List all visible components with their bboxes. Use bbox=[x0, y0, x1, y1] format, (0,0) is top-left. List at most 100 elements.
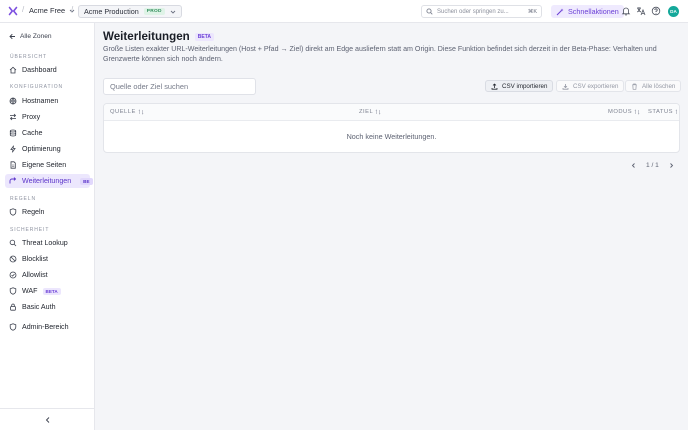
column-label: MODUS bbox=[608, 109, 633, 115]
page-title-text: Weiterleitungen bbox=[103, 30, 190, 43]
pagination: 1 / 1 bbox=[630, 162, 675, 169]
global-search-input[interactable]: Suchen oder springen zu... ⌘K bbox=[421, 5, 542, 18]
sidebar-item-label: WAF bbox=[22, 287, 38, 295]
sidebar-item-label: Optimierung bbox=[22, 145, 61, 153]
shield-icon bbox=[9, 287, 17, 295]
page-indicator: 1 / 1 bbox=[646, 162, 659, 169]
magic-wand-icon bbox=[556, 8, 564, 15]
redirect-icon bbox=[9, 177, 17, 184]
sidebar-item-dashboard[interactable]: Dashboard bbox=[5, 63, 90, 77]
sidebar-item-label: Hostnamen bbox=[22, 97, 59, 105]
check-circle-icon bbox=[9, 271, 17, 279]
bolt-icon bbox=[10, 145, 16, 153]
table-header: QUELLE ZIEL MODUS STATUS bbox=[104, 104, 679, 121]
sidebar-item-label: Regeln bbox=[22, 208, 45, 216]
column-header-target[interactable]: ZIEL bbox=[359, 109, 381, 115]
sidebar-item-allowlist[interactable]: Allowlist bbox=[5, 268, 90, 282]
sidebar-item-label: Cache bbox=[22, 129, 43, 137]
sidebar-item-rules[interactable]: Regeln bbox=[5, 205, 90, 219]
avatar-initials: DA bbox=[670, 9, 677, 14]
collapse-sidebar-icon[interactable] bbox=[44, 416, 52, 424]
sidebar-item-basic-auth[interactable]: Basic Auth bbox=[5, 300, 90, 314]
chevron-down-icon bbox=[170, 10, 176, 14]
org-name: Acme Free bbox=[29, 6, 66, 15]
quick-actions-button[interactable]: Schnellaktionen bbox=[551, 5, 624, 18]
filter-placeholder: Quelle oder Ziel suchen bbox=[110, 82, 189, 91]
back-label: Alle Zonen bbox=[20, 33, 52, 40]
sidebar-item-threat-lookup[interactable]: Threat Lookup bbox=[5, 236, 90, 250]
sidebar-item-label: Admin-Bereich bbox=[22, 323, 69, 331]
download-icon bbox=[562, 83, 569, 90]
sidebar-item-waf[interactable]: WAF BETA bbox=[5, 284, 90, 298]
sidebar-item-label: Blocklist bbox=[22, 255, 49, 263]
section-heading-config: KONFIGURATION bbox=[10, 84, 63, 90]
help-icon[interactable] bbox=[651, 6, 661, 16]
lock-icon bbox=[10, 303, 16, 311]
column-header-status[interactable]: STATUS bbox=[648, 109, 679, 115]
delete-all-button[interactable]: Alle löschen bbox=[625, 80, 682, 92]
proxy-icon bbox=[9, 113, 17, 121]
back-to-zones-link[interactable]: Alle Zonen bbox=[9, 33, 52, 40]
sidebar-item-label: Threat Lookup bbox=[22, 239, 68, 247]
sidebar-item-label: Weiterleitungen bbox=[22, 177, 72, 185]
sort-icon bbox=[675, 109, 677, 114]
database-icon bbox=[9, 129, 17, 137]
org-switcher[interactable]: Acme Free bbox=[29, 6, 75, 15]
main-content: Weiterleitungen BETA Große Listen exakte… bbox=[95, 23, 688, 430]
sidebar-item-cache[interactable]: Cache bbox=[5, 126, 90, 140]
sort-icon bbox=[375, 109, 381, 115]
empty-state-text: Noch keine Weiterleitungen. bbox=[346, 132, 437, 141]
env-badge: PROD bbox=[143, 8, 165, 15]
redirects-table: QUELLE ZIEL MODUS STATUS Noch keine Weit… bbox=[103, 103, 680, 153]
sidebar-item-label: Proxy bbox=[22, 113, 41, 121]
sort-icon bbox=[138, 109, 144, 115]
column-label: QUELLE bbox=[110, 109, 136, 115]
sidebar-item-blocklist[interactable]: Blocklist bbox=[5, 252, 90, 266]
shield-icon bbox=[9, 208, 17, 216]
sidebar-item-label: Allowlist bbox=[22, 271, 48, 279]
column-header-source[interactable]: QUELLE bbox=[110, 109, 144, 115]
beta-badge: BETA bbox=[194, 32, 214, 41]
home-icon bbox=[9, 66, 17, 74]
chevron-left-icon[interactable] bbox=[630, 162, 637, 169]
arrow-left-icon bbox=[9, 33, 15, 40]
search-placeholder: Suchen oder springen zu... bbox=[437, 8, 509, 15]
sidebar-item-admin[interactable]: Admin-Bereich bbox=[5, 320, 90, 334]
redirect-search-input[interactable]: Quelle oder Ziel suchen bbox=[103, 78, 256, 95]
delete-all-label: Alle löschen bbox=[642, 82, 676, 90]
breadcrumb-separator: / bbox=[22, 5, 25, 14]
redirects-badge: BE bbox=[80, 177, 93, 185]
translate-icon[interactable] bbox=[636, 6, 646, 16]
export-csv-button[interactable]: CSV exportieren bbox=[556, 80, 625, 92]
user-avatar[interactable]: DA bbox=[668, 6, 679, 17]
chevron-right-icon[interactable] bbox=[668, 162, 675, 169]
sidebar-item-custom-pages[interactable]: Eigene Seiten bbox=[5, 158, 90, 172]
waf-beta-badge: BETA bbox=[42, 287, 61, 295]
column-label: ZIEL bbox=[359, 109, 374, 115]
column-header-mode[interactable]: MODUS bbox=[608, 109, 640, 115]
document-icon bbox=[10, 161, 16, 169]
import-csv-button[interactable]: CSV importieren bbox=[485, 80, 554, 92]
logo-icon[interactable] bbox=[8, 6, 18, 16]
search-icon bbox=[9, 239, 17, 247]
section-heading-security: SICHERHEIT bbox=[10, 227, 50, 233]
sidebar-item-optimization[interactable]: Optimierung bbox=[5, 142, 90, 156]
sidebar-item-hostnames[interactable]: Hostnamen bbox=[5, 94, 90, 108]
sort-icon bbox=[634, 109, 640, 115]
sidebar-item-label: Dashboard bbox=[22, 66, 57, 74]
section-heading-rules: REGELN bbox=[10, 196, 36, 202]
breadcrumb-separator: / bbox=[71, 5, 74, 14]
sidebar-item-proxy[interactable]: Proxy bbox=[5, 110, 90, 124]
sidebar-item-label: Eigene Seiten bbox=[22, 161, 67, 169]
zone-switcher[interactable]: Acme Production PROD bbox=[78, 5, 182, 18]
search-icon bbox=[426, 8, 433, 15]
trash-icon bbox=[632, 83, 637, 90]
block-icon bbox=[9, 255, 17, 263]
sidebar: Alle Zonen ÜBERSICHT Dashboard KONFIGURA… bbox=[0, 23, 95, 430]
export-csv-label: CSV exportieren bbox=[573, 82, 619, 90]
shield-icon bbox=[9, 323, 17, 331]
bell-icon[interactable] bbox=[621, 6, 631, 16]
sidebar-item-redirects[interactable]: Weiterleitungen BE bbox=[5, 174, 93, 188]
search-shortcut: ⌘K bbox=[527, 8, 537, 15]
sidebar-divider bbox=[0, 408, 95, 409]
